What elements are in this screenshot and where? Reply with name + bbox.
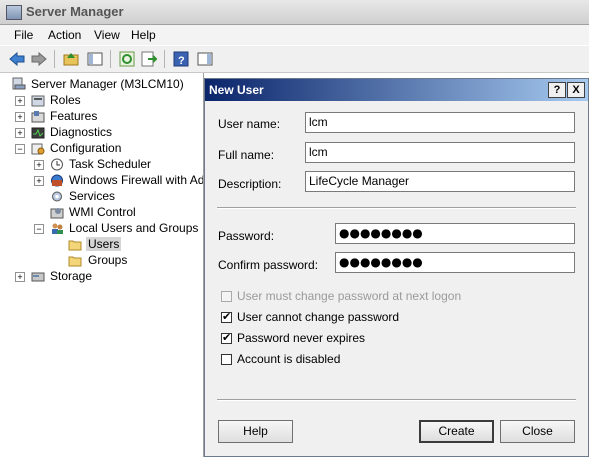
help-icon[interactable]: ? [172,50,190,68]
divider [217,207,576,209]
folder-icon [68,240,82,251]
account-disabled-label: Account is disabled [237,352,341,366]
expand-task-scheduler[interactable]: + [34,160,44,170]
username-label: User name: [218,117,281,131]
server-icon [12,77,26,90]
navigation-tree: Server Manager (M3LCM10) + Roles + Featu… [0,73,204,457]
menu-bar: File Action View Help [0,25,589,45]
must-change-label: User must change password at next logon [237,289,462,303]
show-hide-tree-icon[interactable] [86,50,104,68]
expand-features[interactable]: + [15,112,25,122]
username-field[interactable]: lcm [305,112,575,133]
up-folder-icon[interactable] [62,50,80,68]
menu-view[interactable]: View [94,28,120,42]
menu-file[interactable]: File [14,28,33,42]
roles-icon [31,95,45,107]
features-icon [31,111,45,123]
svg-text:?: ? [178,55,185,67]
collapse-configuration[interactable]: − [15,144,25,154]
expand-diagnostics[interactable]: + [15,128,25,138]
tree-item-storage[interactable]: Storage [50,269,92,283]
tree-item-configuration[interactable]: Configuration [50,141,121,155]
password-field[interactable]: ●●●●●●●● [335,223,575,244]
tree-item-roles[interactable]: Roles [50,93,81,107]
tree-item-wmi[interactable]: WMI Control [69,205,136,219]
server-manager-icon [6,5,22,20]
dialog-help-button[interactable]: ? [548,82,566,98]
menu-help[interactable]: Help [131,28,156,42]
window-titlebar: Server Manager [0,0,589,25]
help-button[interactable]: Help [218,420,293,443]
close-button[interactable]: Close [500,420,575,443]
back-arrow-icon[interactable] [8,50,26,68]
forward-arrow-icon[interactable] [30,50,48,68]
divider [217,399,576,401]
tree-item-task-scheduler[interactable]: Task Scheduler [69,157,151,171]
tree-item-services[interactable]: Services [69,189,115,203]
tree-item-firewall[interactable]: Windows Firewall with Adva [69,173,203,187]
confirm-password-field[interactable]: ●●●●●●●● [335,252,575,273]
window-title: Server Manager [26,4,124,19]
tree-item-features[interactable]: Features [50,109,97,123]
refresh-icon[interactable] [118,50,136,68]
dialog-close-x-button[interactable]: X [567,82,585,98]
tree-root[interactable]: Server Manager (M3LCM10) [31,77,184,91]
show-action-pane-icon[interactable] [196,50,214,68]
dialog-titlebar: New User ? X [205,79,588,101]
toolbar: ? [0,46,589,73]
tree-item-local-users-groups[interactable]: Local Users and Groups [69,221,198,235]
new-user-dialog: New User ? X User name: lcm Full name: l… [204,78,589,457]
expand-storage[interactable]: + [15,272,25,282]
cannot-change-label: User cannot change password [237,310,400,324]
users-group-icon [52,223,63,234]
tree-item-users[interactable]: Users [86,237,122,251]
password-label: Password: [218,229,275,243]
services-gear-icon [52,191,62,202]
storage-icon [31,272,45,282]
description-label: Description: [218,177,282,191]
collapse-local-users[interactable]: − [34,224,44,234]
menu-action[interactable]: Action [48,28,81,42]
must-change-checkbox[interactable] [221,291,232,302]
never-expires-checkbox[interactable]: ✔ [221,333,232,344]
confirm-password-label: Confirm password: [218,258,319,272]
diagnostics-icon [31,127,45,139]
tree-item-diagnostics[interactable]: Diagnostics [50,125,112,139]
expand-roles[interactable]: + [15,96,25,106]
tree-item-groups[interactable]: Groups [88,253,127,267]
wmi-icon [50,208,64,219]
description-field[interactable]: LifeCycle Manager [305,171,575,192]
create-button[interactable]: Create [419,420,494,443]
configuration-icon [31,143,45,155]
clock-icon [51,158,63,171]
firewall-icon [51,174,63,187]
fullname-field[interactable]: lcm [305,142,575,163]
export-list-icon[interactable] [140,50,158,68]
account-disabled-checkbox[interactable] [221,354,232,365]
cannot-change-checkbox[interactable]: ✔ [221,312,232,323]
fullname-label: Full name: [218,148,275,162]
expand-firewall[interactable]: + [34,176,44,186]
folder-icon [68,256,82,267]
never-expires-label: Password never expires [237,331,366,345]
dialog-title: New User [209,83,264,97]
